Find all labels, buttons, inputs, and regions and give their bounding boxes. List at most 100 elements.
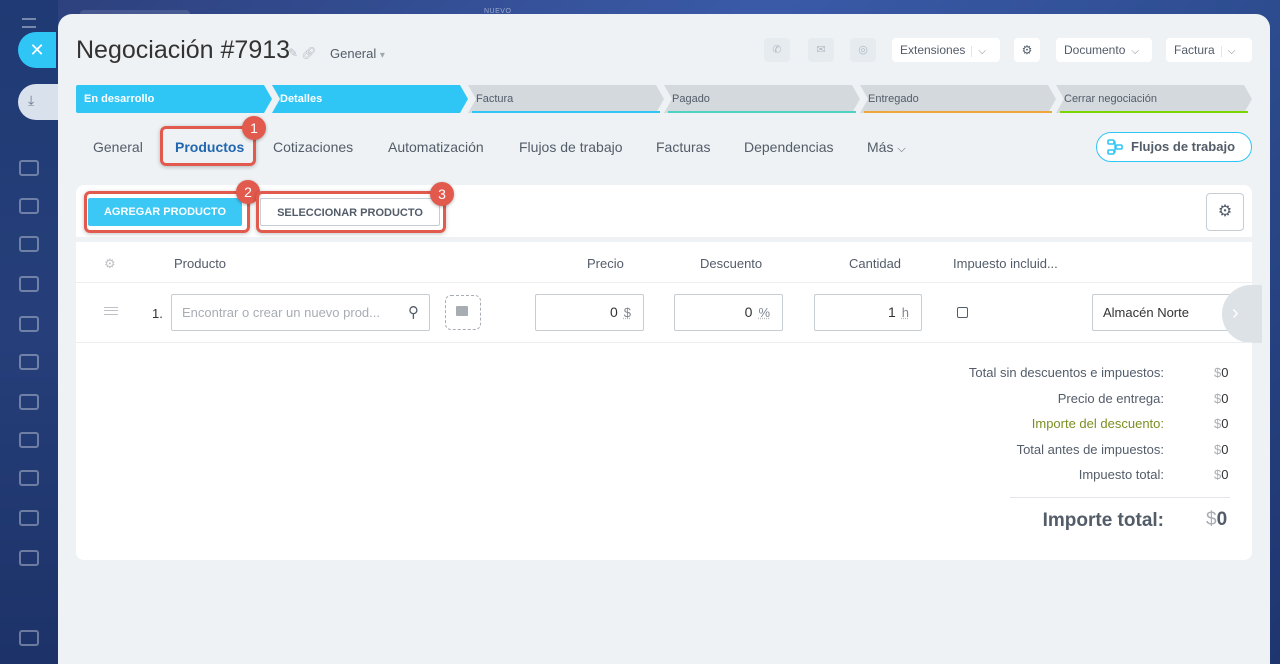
phone-icon[interactable]: ✆ [764, 38, 790, 62]
quantity-input[interactable]: 1h [814, 294, 922, 331]
sidebar-icon-calendar[interactable] [19, 236, 39, 252]
sidebar-icon-contacts[interactable] [19, 432, 39, 448]
row-divider [76, 342, 1252, 343]
column-settings-icon[interactable]: ⚙ [104, 256, 116, 272]
stage-en-desarrollo[interactable]: En desarrollo [76, 85, 272, 113]
chevron-down-icon: ⌵ [1131, 46, 1139, 57]
gear-icon: ⚙ [1021, 43, 1033, 57]
product-search-input[interactable]: Encontrar o crear un nuevo prod... ⚲ [171, 294, 430, 331]
callout-box-productos-tab [160, 126, 256, 166]
chevron-down-icon: ⌵ [897, 143, 906, 155]
deal-panel: Negociación #7913 ✎ 🔗︎ General ▾ ✆ ✉ ◎ E… [58, 14, 1270, 664]
discount-input[interactable]: 0% [674, 294, 783, 331]
header-quantity: Cantidad [849, 256, 902, 271]
callout-number-1: 1 [242, 116, 266, 140]
header-tax-included: Impuesto incluid... [953, 256, 1058, 271]
header-discount: Descuento [700, 256, 763, 271]
sidebar-icon-extra[interactable] [19, 550, 39, 566]
tab-mas[interactable]: Más ⌵ [867, 132, 906, 164]
stage-pagado[interactable]: Pagado [664, 85, 860, 113]
total-without-discounts-value: $0 [1214, 365, 1228, 380]
header-divider [76, 282, 1252, 283]
callout-box-add-product [84, 191, 250, 233]
stage-label: Pagado [672, 93, 710, 105]
delivery-price-label: Precio de entrega: [1057, 391, 1164, 406]
amount: 0 [1221, 391, 1229, 406]
currency-symbol: $ [1206, 509, 1217, 530]
chevron-down-icon: ▾ [379, 50, 385, 61]
category-selector[interactable]: General ▾ [330, 46, 385, 61]
discount-value: 0 [744, 304, 753, 320]
document-label: Documento [1064, 43, 1126, 57]
tab-mas-label: Más [867, 139, 894, 155]
grand-total-value: $0 [1206, 509, 1227, 531]
price-currency[interactable]: $ [624, 305, 631, 320]
chat-icon[interactable]: ◎ [850, 38, 876, 62]
stage-detalles[interactable]: Detalles [272, 85, 468, 113]
discount-amount-value: $0 [1214, 416, 1228, 431]
total-tax-label: Impuesto total: [1078, 467, 1164, 482]
sidebar-icon-print[interactable] [19, 630, 39, 646]
workflows-button[interactable]: Flujos de trabajo [1096, 132, 1252, 162]
invoice-dropdown[interactable]: Factura ⌵ [1166, 38, 1252, 62]
document-dropdown[interactable]: Documento ⌵ [1056, 38, 1152, 62]
total-tax-value: $0 [1214, 467, 1228, 482]
amount: 0 [1221, 416, 1229, 431]
table-settings-button[interactable]: ⚙ [1206, 193, 1244, 231]
drag-handle-icon[interactable] [104, 307, 118, 315]
sidebar-icon-mail[interactable] [19, 394, 39, 410]
price-input[interactable]: 0 $ [535, 294, 644, 331]
callout-box-select-product [256, 191, 446, 233]
tab-dependencias[interactable]: Dependencias [744, 132, 834, 162]
price-value: 0 [609, 304, 618, 320]
discount-unit[interactable]: % [758, 305, 770, 320]
total-without-discounts-label: Total sin descuentos e impuestos: [968, 365, 1164, 380]
tab-facturas[interactable]: Facturas [656, 132, 710, 162]
stage-label: En desarrollo [84, 93, 155, 105]
sidebar-icon-tasks[interactable] [19, 198, 39, 214]
discount-amount-label: Importe del descuento: [1031, 416, 1164, 431]
tab-automatizacion[interactable]: Automatización [388, 132, 484, 162]
sidebar-icon-docs[interactable] [19, 276, 39, 292]
extensions-label: Extensiones [900, 43, 966, 57]
image-placeholder-icon[interactable] [445, 295, 481, 330]
grand-total-label: Importe total: [1042, 510, 1164, 531]
callout-number-3: 3 [430, 182, 454, 206]
tab-flujos-de-trabajo[interactable]: Flujos de trabajo [519, 132, 623, 162]
arrow-down-icon: ⤓ [28, 92, 35, 108]
amount: 0 [1221, 365, 1229, 380]
stage-factura[interactable]: Factura [468, 85, 664, 113]
page-title: Negociación #7913 [76, 36, 291, 64]
stage-label: Factura [476, 93, 514, 105]
stage-label: Cerrar negociación [1064, 93, 1157, 105]
stage-cerrar-negociacion[interactable]: Cerrar negociación [1056, 85, 1252, 113]
delivery-price-value: $0 [1214, 391, 1228, 406]
edit-link-icons[interactable]: ✎ 🔗︎ [288, 46, 317, 60]
extensions-dropdown[interactable]: Extensiones ⌵ [892, 38, 1000, 62]
header-price: Precio [587, 256, 624, 271]
total-before-tax-label: Total antes de impuestos: [1016, 442, 1164, 457]
tax-included-checkbox[interactable] [957, 307, 968, 318]
amount: 0 [1216, 509, 1228, 530]
stage-entregado[interactable]: Entregado [860, 85, 1056, 113]
chevron-down-icon: ⌵ [971, 46, 986, 57]
sidebar-icon-board[interactable] [19, 316, 39, 332]
row-index: 1. [152, 306, 163, 321]
settings-gear-button[interactable]: ⚙ [1014, 38, 1040, 62]
stage-label: Detalles [280, 93, 323, 105]
workflows-button-label: Flujos de trabajo [1131, 139, 1236, 154]
chevron-right-icon: › [1232, 302, 1239, 324]
sidebar-icon-check[interactable] [19, 470, 39, 486]
tab-cotizaciones[interactable]: Cotizaciones [273, 132, 353, 162]
quantity-unit[interactable]: h [902, 305, 909, 320]
tab-general[interactable]: General [93, 132, 143, 162]
mail-icon[interactable]: ✉ [808, 38, 834, 62]
total-before-tax-value: $0 [1214, 442, 1228, 457]
side-tab-collapse[interactable]: ⤓ [18, 84, 58, 120]
sidebar-icon-feed[interactable] [19, 160, 39, 176]
close-slider-button[interactable]: ✕ [18, 32, 56, 68]
product-search-placeholder: Encontrar o crear un nuevo prod... [182, 305, 381, 320]
sidebar-icon-payments[interactable] [19, 354, 39, 370]
sidebar-icon-filter[interactable] [19, 510, 39, 526]
menu-icon[interactable] [22, 18, 36, 28]
